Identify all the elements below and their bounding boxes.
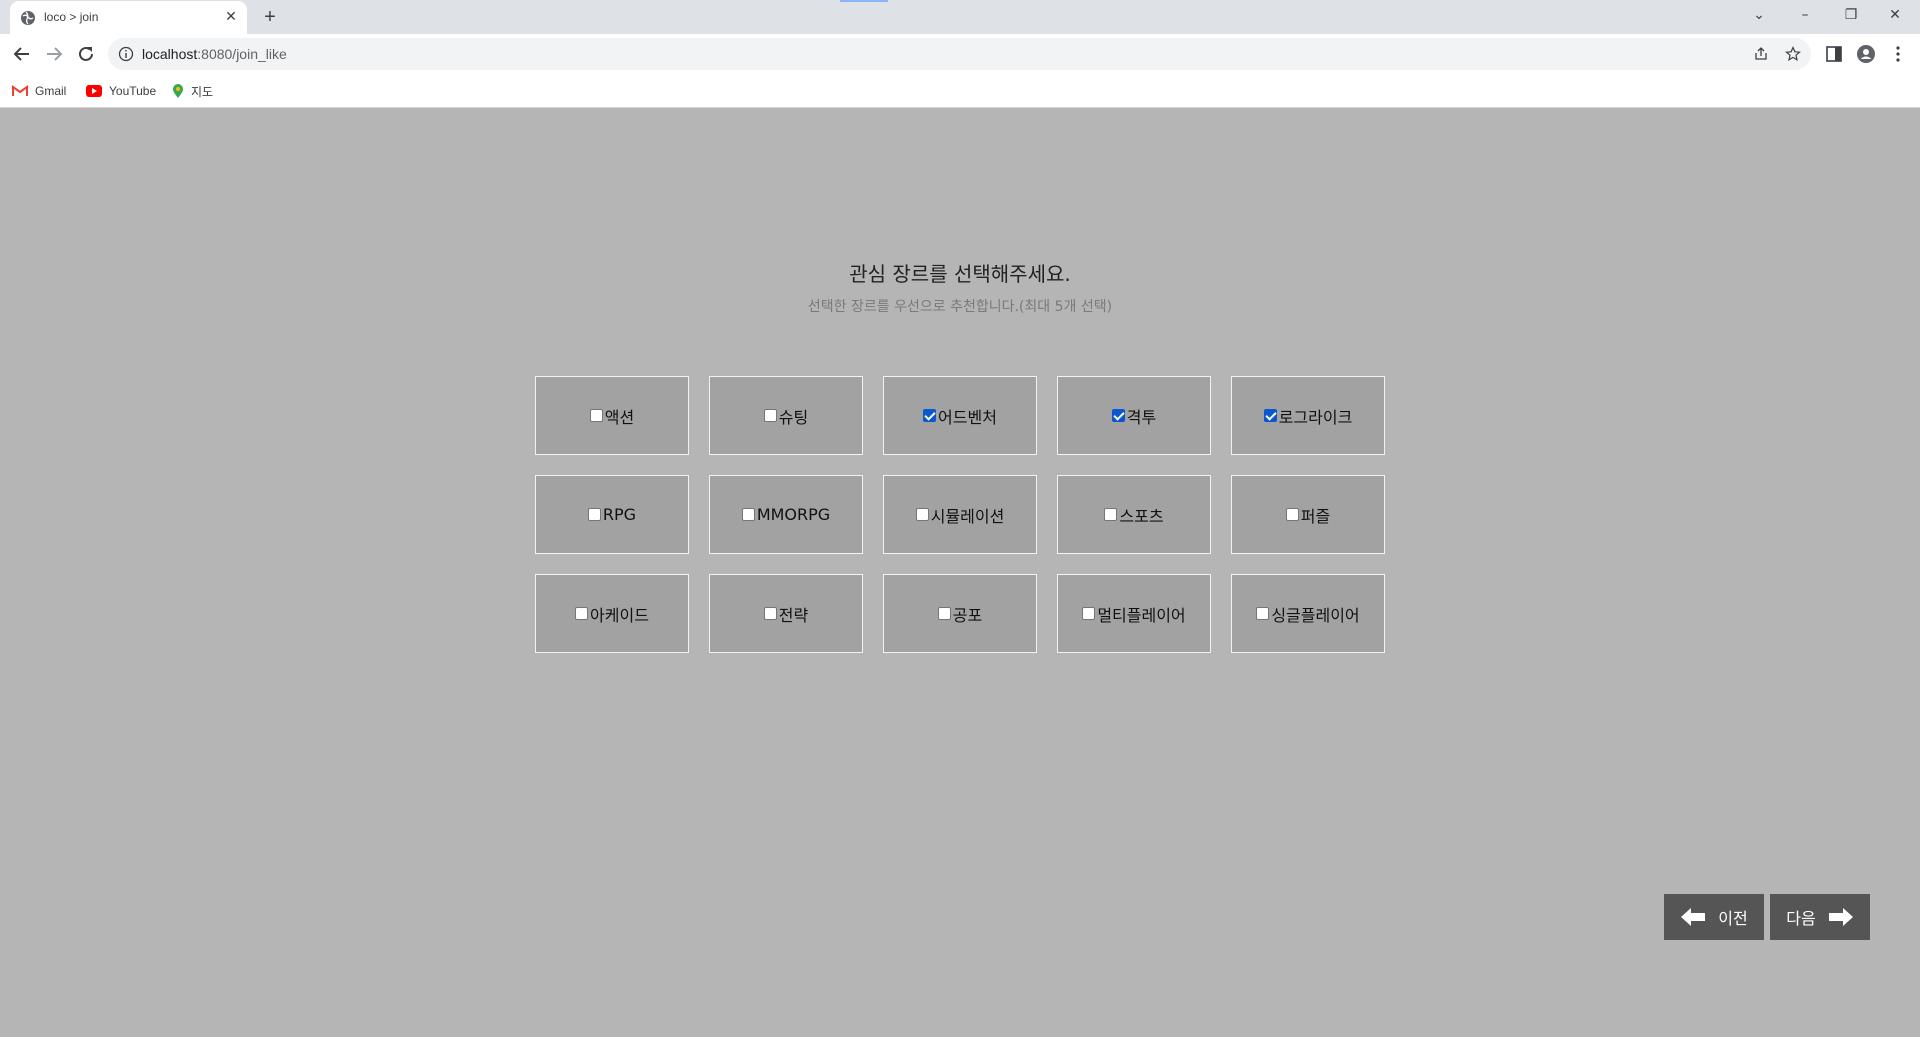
genre-option[interactable]: 멀티플레이어 bbox=[1057, 574, 1211, 653]
genre-label: 액션 bbox=[604, 407, 635, 427]
genre-option[interactable]: 아케이드 bbox=[535, 574, 689, 653]
genre-checkbox[interactable] bbox=[1104, 508, 1118, 521]
page-content: 관심 장르를 선택해주세요. 선택한 장르를 우선으로 추천합니다.(최대 5개… bbox=[0, 109, 1920, 1037]
genre-option[interactable]: 어드벤처 bbox=[883, 376, 1037, 455]
profile-avatar-icon[interactable] bbox=[1856, 44, 1876, 64]
bookmark-star-icon[interactable] bbox=[1785, 46, 1801, 62]
genre-checkbox[interactable] bbox=[1285, 508, 1299, 521]
genre-label: 싱글플레이어 bbox=[1271, 605, 1360, 625]
genre-option[interactable]: 로그라이크 bbox=[1231, 376, 1385, 455]
youtube-icon bbox=[86, 85, 102, 97]
genre-checkbox[interactable] bbox=[937, 607, 951, 620]
new-tab-icon[interactable]: + bbox=[258, 5, 282, 29]
genre-checkbox[interactable] bbox=[763, 607, 777, 620]
genre-option[interactable]: RPG bbox=[535, 475, 689, 554]
genre-label: 퍼즐 bbox=[1300, 506, 1331, 526]
genre-label: 슈팅 bbox=[778, 407, 809, 427]
genre-checkbox-checked[interactable] bbox=[923, 409, 937, 422]
genre-grid: 액션 슈팅 어드벤처 격투 로그라이크 RPG MMORPG 시뮬레이션 스포츠 퍼즐아케이드 전략… bbox=[535, 376, 1387, 653]
tabstrip-indicator bbox=[840, 0, 888, 2]
address-bar[interactable]: localhost:8080/join_like bbox=[108, 38, 1811, 70]
genre-option[interactable]: 싱글플레이어 bbox=[1231, 574, 1385, 653]
tab-title: loco > join bbox=[44, 10, 99, 24]
reload-icon[interactable] bbox=[74, 42, 98, 66]
share-icon[interactable] bbox=[1753, 46, 1769, 62]
genre-checkbox-checked[interactable] bbox=[1111, 409, 1125, 422]
prev-button-label: 이전 bbox=[1718, 909, 1748, 928]
genre-checkbox[interactable] bbox=[575, 607, 589, 620]
globe-icon bbox=[21, 11, 35, 25]
gmail-icon bbox=[12, 85, 28, 96]
bookmark-youtube[interactable]: YouTube bbox=[86, 79, 156, 103]
genre-label: 로그라이크 bbox=[1278, 407, 1353, 427]
genre-label: 스포츠 bbox=[1119, 506, 1164, 526]
bookmark-gmail[interactable]: Gmail bbox=[12, 79, 66, 103]
genre-label: 어드벤처 bbox=[938, 407, 997, 427]
genre-label: 멀티플레이어 bbox=[1097, 605, 1186, 625]
genre-label: 전략 bbox=[778, 605, 809, 625]
bookmark-label: YouTube bbox=[109, 84, 157, 98]
page-subtitle: 선택한 장르를 우선으로 추천합니다.(최대 5개 선택) bbox=[807, 299, 1113, 315]
bookmark-label: 지도 bbox=[191, 84, 214, 99]
genre-label: 공포 bbox=[952, 605, 983, 625]
genre-checkbox-checked[interactable] bbox=[1263, 409, 1277, 422]
genre-label: RPG bbox=[602, 505, 637, 524]
browser-toolbar: localhost:8080/join_like bbox=[0, 34, 1920, 74]
minimize-icon[interactable]: – bbox=[1790, 4, 1820, 26]
arrow-left-icon bbox=[1681, 908, 1706, 926]
genre-option[interactable]: 시뮬레이션 bbox=[883, 475, 1037, 554]
genre-option[interactable]: 공포 bbox=[883, 574, 1037, 653]
close-window-icon[interactable]: ✕ bbox=[1880, 4, 1910, 26]
genre-checkbox[interactable] bbox=[915, 508, 929, 521]
site-info-icon[interactable] bbox=[118, 46, 134, 62]
genre-option[interactable]: MMORPG bbox=[709, 475, 863, 554]
genre-option[interactable]: 퍼즐 bbox=[1231, 475, 1385, 554]
genre-label: 시뮬레이션 bbox=[930, 506, 1005, 526]
genre-label: 아케이드 bbox=[590, 605, 649, 625]
genre-option[interactable]: 액션 bbox=[535, 376, 689, 455]
genre-option[interactable]: 전략 bbox=[709, 574, 863, 653]
forward-icon[interactable] bbox=[42, 42, 66, 66]
prev-button[interactable]: 이전 bbox=[1664, 894, 1764, 940]
url-host: localhost bbox=[142, 46, 198, 62]
url-path: :8080/join_like bbox=[197, 46, 287, 62]
genre-checkbox[interactable] bbox=[589, 409, 603, 422]
genre-checkbox[interactable] bbox=[741, 508, 755, 521]
bookmark-maps[interactable]: 지도 bbox=[172, 79, 213, 103]
bookmarks-bar: Gmail YouTube 지도 bbox=[0, 74, 1920, 108]
genre-option[interactable]: 스포츠 bbox=[1057, 475, 1211, 554]
genre-checkbox[interactable] bbox=[763, 409, 777, 422]
menu-kebab-icon[interactable] bbox=[1888, 44, 1908, 64]
genre-checkbox[interactable] bbox=[587, 508, 601, 521]
maps-icon bbox=[173, 84, 183, 98]
genre-option[interactable]: 슈팅 bbox=[709, 376, 863, 455]
genre-checkbox[interactable] bbox=[1256, 607, 1270, 620]
arrow-right-icon bbox=[1828, 908, 1853, 926]
url-text: localhost:8080/join_like bbox=[142, 46, 287, 62]
page-title: 관심 장르를 선택해주세요. bbox=[849, 262, 1071, 286]
genre-checkbox[interactable] bbox=[1082, 607, 1096, 620]
restore-icon[interactable]: ❐ bbox=[1836, 4, 1866, 26]
next-button-label: 다음 bbox=[1786, 909, 1816, 928]
tab-close-icon[interactable]: ✕ bbox=[221, 7, 241, 27]
genre-label: 격투 bbox=[1126, 407, 1157, 427]
bookmark-label: Gmail bbox=[35, 84, 67, 98]
genre-label: MMORPG bbox=[756, 505, 831, 524]
back-icon[interactable] bbox=[10, 42, 34, 66]
next-button[interactable]: 다음 bbox=[1770, 894, 1870, 940]
side-panel-icon[interactable] bbox=[1824, 44, 1844, 64]
tab-strip: loco > join ✕ + ⌄ – ❐ ✕ bbox=[0, 0, 1920, 34]
tab-search-icon[interactable]: ⌄ bbox=[1744, 4, 1774, 26]
genre-option[interactable]: 격투 bbox=[1057, 376, 1211, 455]
browser-tab[interactable]: loco > join ✕ bbox=[10, 1, 247, 34]
